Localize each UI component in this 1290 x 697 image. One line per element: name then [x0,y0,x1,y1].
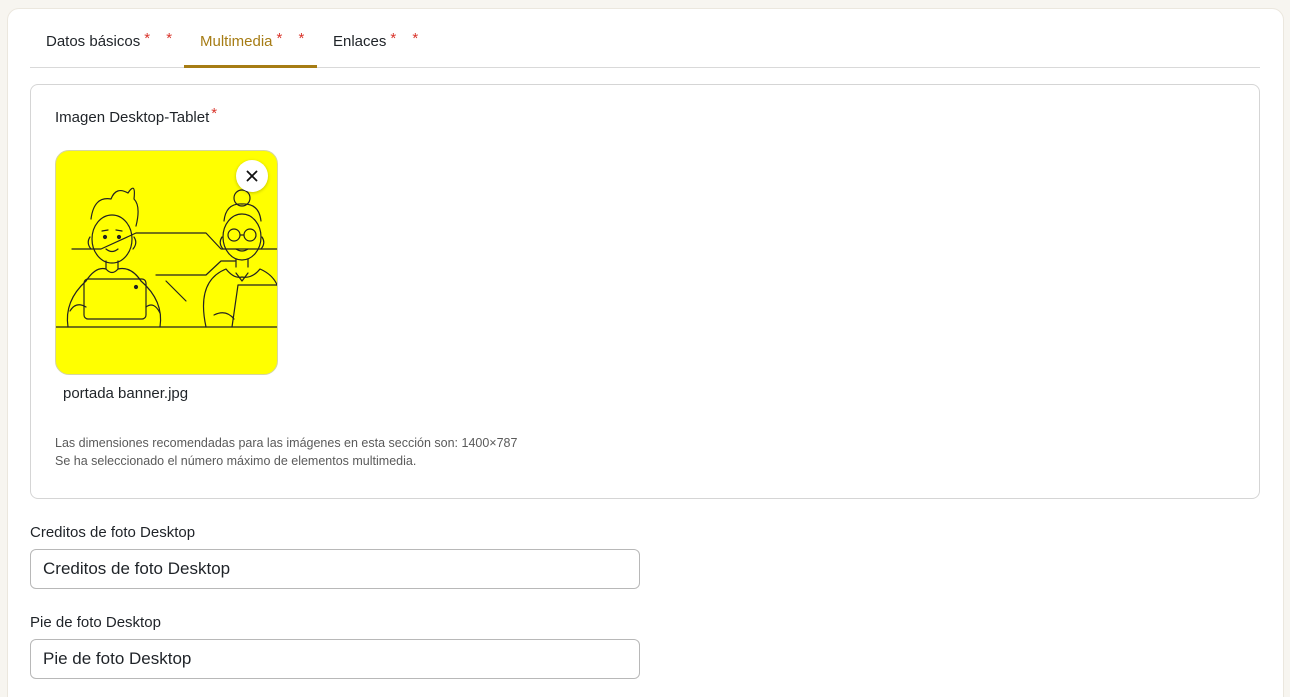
media-section: Imagen Desktop-Tablet * portada banner.j… [30,84,1260,499]
required-marker: * * [390,30,425,47]
tab-enlaces[interactable]: Enlaces * * [333,20,424,68]
tab-bar: Datos básicos * * Multimedia * * Enlaces * … [30,20,1260,68]
tab-label: Datos básicos [46,33,141,50]
remove-image-button[interactable] [236,160,268,192]
caption-label: Pie de foto Desktop [30,614,161,631]
tab-datos-basicos[interactable]: Datos básicos * * [30,20,194,68]
max-items-hint: Se ha seleccionado el número máximo de e… [55,454,417,468]
media-field-label: Imagen Desktop-Tablet * [55,105,217,126]
credits-input[interactable] [30,549,640,589]
media-label-text: Imagen Desktop-Tablet [55,109,210,126]
required-marker: * * [276,30,311,47]
required-marker: * [211,105,218,122]
tab-multimedia[interactable]: Multimedia * * [184,20,317,68]
dimensions-hint: Las dimensiones recomendadas para las im… [55,436,518,450]
credits-label: Creditos de foto Desktop [30,524,196,541]
image-filename: portada banner.jpg [63,385,189,402]
caption-input[interactable] [30,639,640,679]
tab-label: Multimedia [200,33,273,50]
tab-label: Enlaces [333,33,387,50]
required-marker: * * [144,30,179,47]
close-icon [246,170,258,182]
